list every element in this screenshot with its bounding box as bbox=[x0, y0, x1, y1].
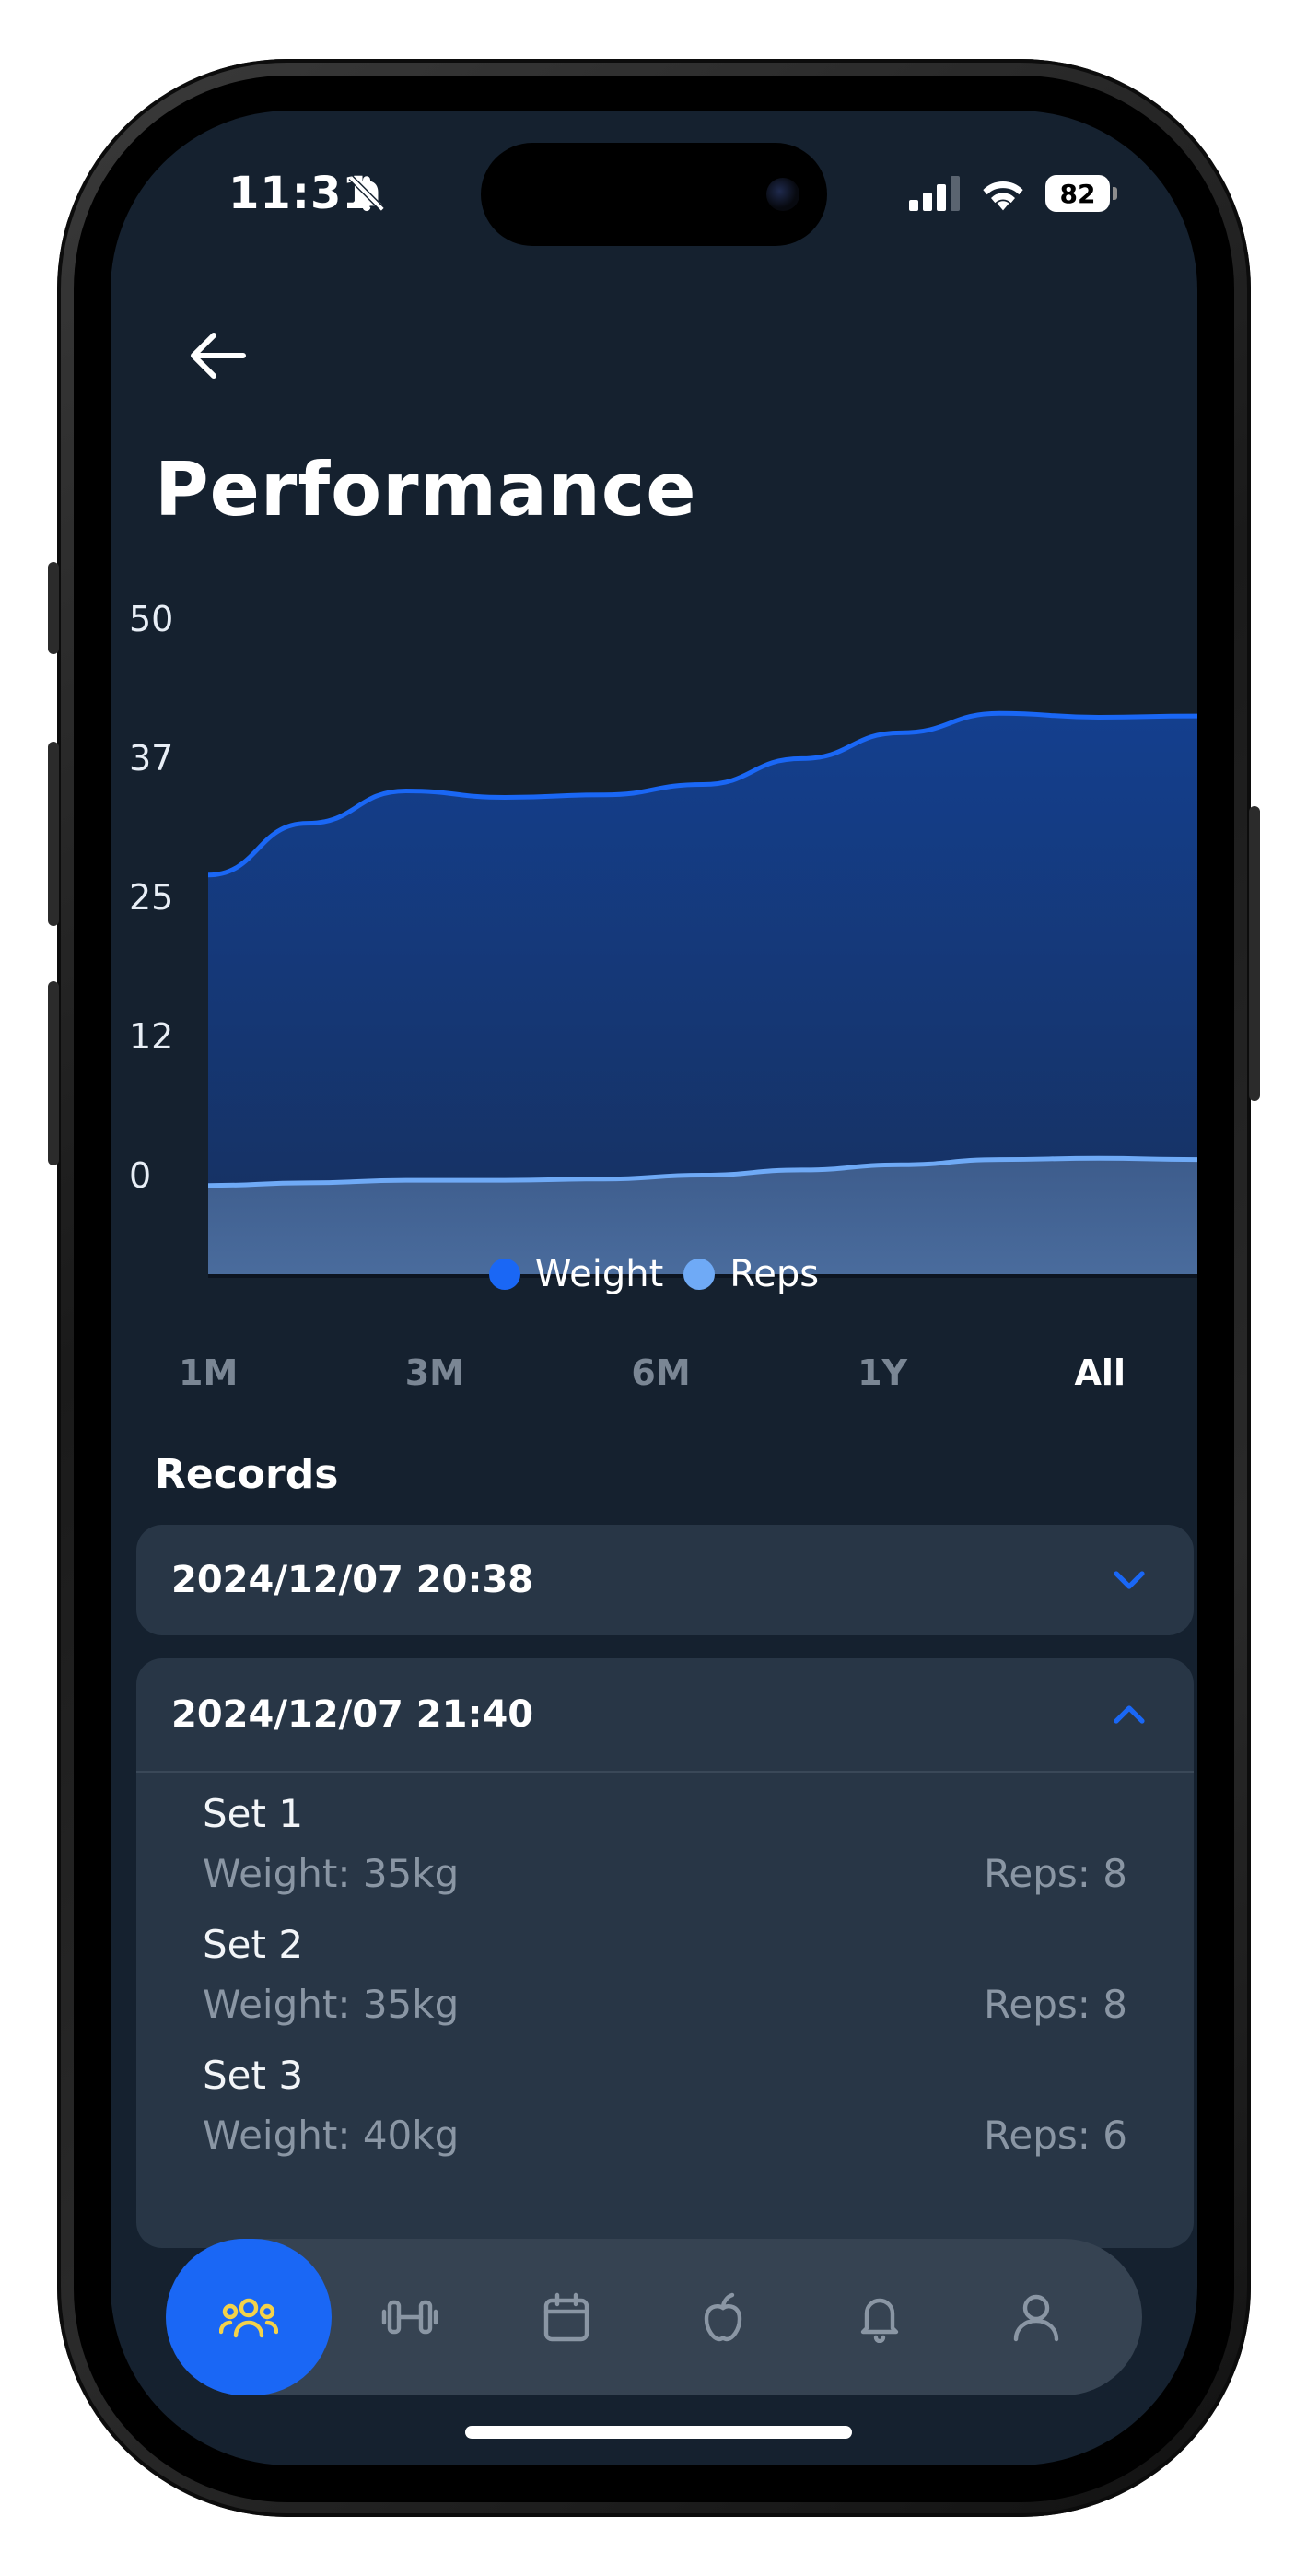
weight-dot-icon bbox=[488, 1259, 520, 1290]
signal-icon bbox=[909, 176, 960, 211]
profile-icon bbox=[1013, 2294, 1059, 2342]
legend-item-reps: Reps bbox=[683, 1253, 819, 1295]
dumbbell-icon bbox=[381, 2300, 438, 2335]
tab-community[interactable] bbox=[166, 2239, 332, 2395]
tab-profile[interactable] bbox=[958, 2239, 1114, 2395]
status-icons: 82 bbox=[909, 173, 1117, 214]
legend-label: Reps bbox=[729, 1253, 820, 1295]
range-1y[interactable]: 1Y bbox=[834, 1345, 931, 1400]
community-icon bbox=[219, 2298, 278, 2338]
set-weight: Weight: 40kg bbox=[203, 2113, 460, 2158]
volume-down-button bbox=[48, 981, 59, 1165]
apple-icon bbox=[704, 2292, 742, 2342]
set-title: Set 3 bbox=[203, 2053, 304, 2098]
set-item: Set 3 Weight: 40kg Reps: 6 bbox=[203, 2053, 1127, 2158]
reps-dot-icon bbox=[683, 1259, 716, 1290]
power-button bbox=[1249, 806, 1260, 1101]
chevron-up-icon bbox=[1114, 1705, 1145, 1724]
back-button[interactable] bbox=[184, 322, 251, 389]
set-weight: Weight: 35kg bbox=[203, 1982, 460, 2027]
range-selector: 1M 3M 6M 1Y All bbox=[155, 1345, 1149, 1400]
page-title: Performance bbox=[155, 447, 697, 533]
legend-item-weight: Weight bbox=[488, 1253, 664, 1295]
battery-indicator: 82 bbox=[1045, 175, 1117, 212]
wifi-icon bbox=[983, 181, 1023, 211]
record-header[interactable]: 2024/12/07 21:40 bbox=[136, 1658, 1194, 1773]
app-screen: 11:31 82 Performance 50 37 25 12 0 Weigh… bbox=[111, 111, 1197, 2465]
set-reps: Reps: 8 bbox=[984, 1982, 1127, 2027]
record-date: 2024/12/07 21:40 bbox=[171, 1693, 534, 1736]
dynamic-island bbox=[481, 143, 827, 246]
set-reps: Reps: 6 bbox=[984, 2113, 1127, 2158]
record-date: 2024/12/07 20:38 bbox=[171, 1559, 534, 1601]
performance-chart bbox=[207, 710, 1197, 1278]
bell-icon bbox=[860, 2298, 899, 2343]
record-item[interactable]: 2024/12/07 20:38 bbox=[136, 1525, 1194, 1635]
set-list: Set 1 Weight: 35kg Reps: 8 Set 2 Weight:… bbox=[136, 1773, 1194, 2158]
calendar-icon bbox=[543, 2292, 589, 2342]
set-title: Set 1 bbox=[203, 1791, 304, 1836]
volume-up-button bbox=[48, 742, 59, 926]
set-reps: Reps: 8 bbox=[984, 1851, 1127, 1896]
chevron-down-icon bbox=[1114, 1571, 1145, 1589]
legend-label: Weight bbox=[534, 1253, 664, 1295]
camera-icon bbox=[766, 178, 799, 211]
arrow-left-icon bbox=[191, 333, 246, 379]
record-item-expanded: 2024/12/07 21:40 Set 1 Weight: 35kg Reps… bbox=[136, 1658, 1194, 2248]
range-6m[interactable]: 6M bbox=[607, 1345, 714, 1400]
home-indicator bbox=[465, 2426, 852, 2439]
chart-legend: Weight Reps bbox=[111, 1253, 1197, 1295]
records-title: Records bbox=[155, 1451, 339, 1498]
bottom-tab-bar bbox=[166, 2239, 1142, 2395]
set-title: Set 2 bbox=[203, 1922, 304, 1967]
set-details: Weight: 35kg Reps: 8 bbox=[203, 1851, 1127, 1896]
set-item: Set 1 Weight: 35kg Reps: 8 bbox=[203, 1791, 1127, 1896]
range-3m[interactable]: 3M bbox=[381, 1345, 488, 1400]
tab-workouts[interactable] bbox=[332, 2239, 488, 2395]
tab-calendar[interactable] bbox=[488, 2239, 645, 2395]
tab-notifications[interactable] bbox=[801, 2239, 958, 2395]
range-all[interactable]: All bbox=[1051, 1345, 1149, 1400]
set-item: Set 2 Weight: 35kg Reps: 8 bbox=[203, 1922, 1127, 2027]
range-1m[interactable]: 1M bbox=[155, 1345, 262, 1400]
set-details: Weight: 40kg Reps: 6 bbox=[203, 2113, 1127, 2158]
set-details: Weight: 35kg Reps: 8 bbox=[203, 1982, 1127, 2027]
tab-nutrition[interactable] bbox=[645, 2239, 801, 2395]
bell-off-icon bbox=[348, 175, 385, 212]
side-button bbox=[48, 562, 59, 654]
set-weight: Weight: 35kg bbox=[203, 1851, 460, 1896]
